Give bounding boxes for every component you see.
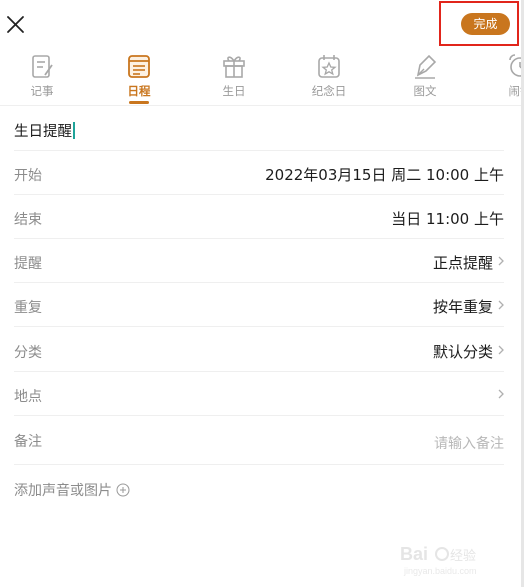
close-button[interactable]	[4, 10, 28, 38]
repeat-value: 按年重复	[432, 298, 493, 316]
tab-image-text[interactable]: 图文	[395, 48, 455, 102]
tab-label: 生日	[222, 84, 246, 98]
field-label: 地点	[14, 389, 42, 405]
tab-label: 日程	[127, 84, 151, 98]
chevron-right-icon	[498, 256, 504, 266]
field-end[interactable]: 结束 当日 11:00 上午	[14, 195, 504, 239]
tab-anniversary[interactable]: 纪念日	[299, 48, 359, 102]
svg-text:经验: 经验	[450, 548, 476, 563]
chevron-right-icon	[498, 300, 504, 310]
end-datetime-value: 当日 11:00 上午	[391, 210, 504, 228]
tab-label: 记事	[30, 84, 54, 98]
chevron-right-icon	[498, 389, 504, 399]
field-label: 提醒	[14, 256, 42, 272]
field-label: 备注	[14, 434, 42, 450]
gift-icon	[223, 56, 245, 78]
done-button[interactable]: 完成	[461, 13, 510, 35]
top-bar: 完成	[0, 0, 524, 48]
text-cursor	[73, 122, 75, 139]
field-start[interactable]: 开始 2022年03月15日 周二 10:00 上午	[14, 151, 504, 195]
pen-icon	[415, 54, 437, 79]
tab-birthday[interactable]: 生日	[204, 48, 264, 102]
close-icon	[7, 16, 24, 33]
divider	[0, 105, 524, 106]
schedule-icon	[128, 55, 150, 78]
add-media-button[interactable]: 添加声音或图片	[14, 480, 130, 500]
tab-label: 图文	[413, 84, 437, 98]
note-icon	[32, 55, 53, 78]
field-label: 开始	[14, 168, 42, 184]
tab-note[interactable]: 记事	[12, 48, 72, 102]
tab-schedule[interactable]: 日程	[109, 48, 169, 102]
anniversary-calendar-icon	[318, 55, 340, 78]
reminder-value: 正点提醒	[432, 254, 493, 272]
active-tab-indicator	[129, 101, 149, 104]
field-category[interactable]: 分类 默认分类	[14, 328, 504, 372]
event-title-text: 生日提醒	[14, 124, 72, 140]
field-repeat[interactable]: 重复 按年重复	[14, 283, 504, 327]
field-reminder[interactable]: 提醒 正点提醒	[14, 239, 504, 283]
baidu-watermark-logo: Bai 经验 jingyan.baidu.com	[400, 544, 477, 576]
notes-input[interactable]: 请输入备注	[434, 433, 504, 453]
chevron-right-icon	[498, 345, 504, 355]
category-tabs: 记事 日程 生日 纪念日 图文 闹	[0, 48, 524, 102]
add-media-label: 添加声音或图片	[14, 483, 112, 499]
start-datetime-value: 2022年03月15日 周二 10:00 上午	[265, 166, 504, 184]
svg-text:Bai: Bai	[400, 544, 428, 564]
category-value: 默认分类	[432, 343, 493, 361]
event-title-row[interactable]: 生日提醒	[14, 107, 504, 151]
add-circle-icon	[116, 483, 130, 497]
field-label: 结束	[14, 212, 42, 228]
field-location[interactable]: 地点	[14, 372, 504, 416]
event-title-input[interactable]: 生日提醒	[14, 120, 75, 141]
field-notes[interactable]: 备注 请输入备注	[14, 417, 504, 465]
svg-text:jingyan.baidu.com: jingyan.baidu.com	[403, 566, 477, 576]
field-label: 分类	[14, 345, 42, 361]
tab-alarm[interactable]: 闹钟	[490, 48, 524, 102]
tab-label: 纪念日	[311, 84, 347, 98]
tab-label: 闹钟	[508, 84, 524, 98]
field-label: 重复	[14, 300, 42, 316]
